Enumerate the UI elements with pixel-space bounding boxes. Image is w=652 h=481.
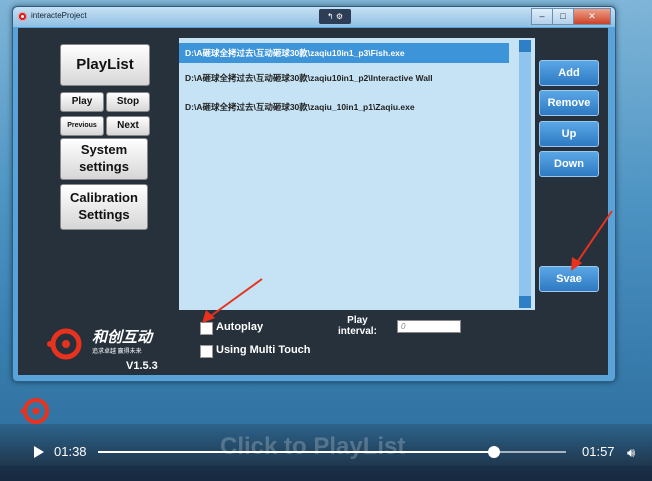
seek-handle[interactable] [487,446,500,458]
version-label: V1.5.3 [126,360,158,372]
title-bar[interactable]: interacteProject ↰ ⚙ – □ ✕ [13,7,615,27]
down-button[interactable]: Down [539,151,599,177]
multi-touch-label: Using Multi Touch [216,344,311,356]
window-title: interacteProject [31,11,87,20]
system-settings-button[interactable]: System settings [60,138,148,180]
list-item[interactable]: D:\A砸球全拷过去\互动砸球30款\zaqiu10in1_p2\Interac… [185,72,433,84]
play-icon[interactable] [34,446,44,458]
red-arrow-icon [202,278,263,323]
app-window: interacteProject ↰ ⚙ – □ ✕ PlayList Play… [12,6,616,382]
previous-button[interactable]: Previous [60,116,104,136]
video-caption: Click to PlayList [220,433,406,460]
brand-logo-icon [47,328,82,360]
play-interval-label: Play interval: [338,315,377,337]
brand-slogan: 追求卓越 赢得未来 [92,349,142,355]
remove-button[interactable]: Remove [539,90,599,116]
minimize-button[interactable]: – [531,8,553,25]
volume-icon[interactable]: 🔊︎ [627,445,635,461]
taskbar [0,466,652,481]
scroll-down-thumb[interactable] [519,296,531,308]
list-scrollbar[interactable] [519,40,531,308]
list-item[interactable]: D:\A砸球全拷过去\互动砸球30款\zaqiu10in1_p3\Fish.ex… [179,43,509,63]
seek-bar-fill [98,451,494,453]
interval-label-line2: interval: [338,326,377,337]
calibration-settings-button[interactable]: Calibration Settings [60,184,148,230]
app-content: PlayList Play Stop Previous Next System … [18,28,613,375]
title-center-badge: ↰ ⚙ [319,9,351,24]
list-item[interactable]: D:\A砸球全拷过去\互动砸球30款\zaqiu_10in1_p1\Zaqiu.… [185,101,415,113]
playlist-button[interactable]: PlayList [60,44,150,86]
total-time: 01:57 [582,444,615,459]
seek-bar[interactable] [98,446,566,458]
play-interval-input[interactable]: 0 [397,320,461,333]
interval-label-line1: Play [347,315,368,326]
desktop-shortcut-icon[interactable] [20,396,50,426]
current-time: 01:38 [54,444,87,459]
multi-touch-checkbox[interactable] [200,345,213,358]
maximize-button[interactable]: □ [552,8,574,25]
brand-name: 和创互动 [92,328,153,346]
scroll-up-thumb[interactable] [519,40,531,52]
stop-button[interactable]: Stop [106,92,150,112]
next-button[interactable]: Next [106,116,150,136]
playlist-list[interactable]: D:\A砸球全拷过去\互动砸球30款\zaqiu10in1_p3\Fish.ex… [179,38,535,310]
close-button[interactable]: ✕ [573,8,611,25]
play-button[interactable]: Play [60,92,104,112]
red-arrow-icon [571,210,613,271]
up-button[interactable]: Up [539,121,599,147]
app-logo-icon [18,12,27,21]
add-button[interactable]: Add [539,60,599,86]
